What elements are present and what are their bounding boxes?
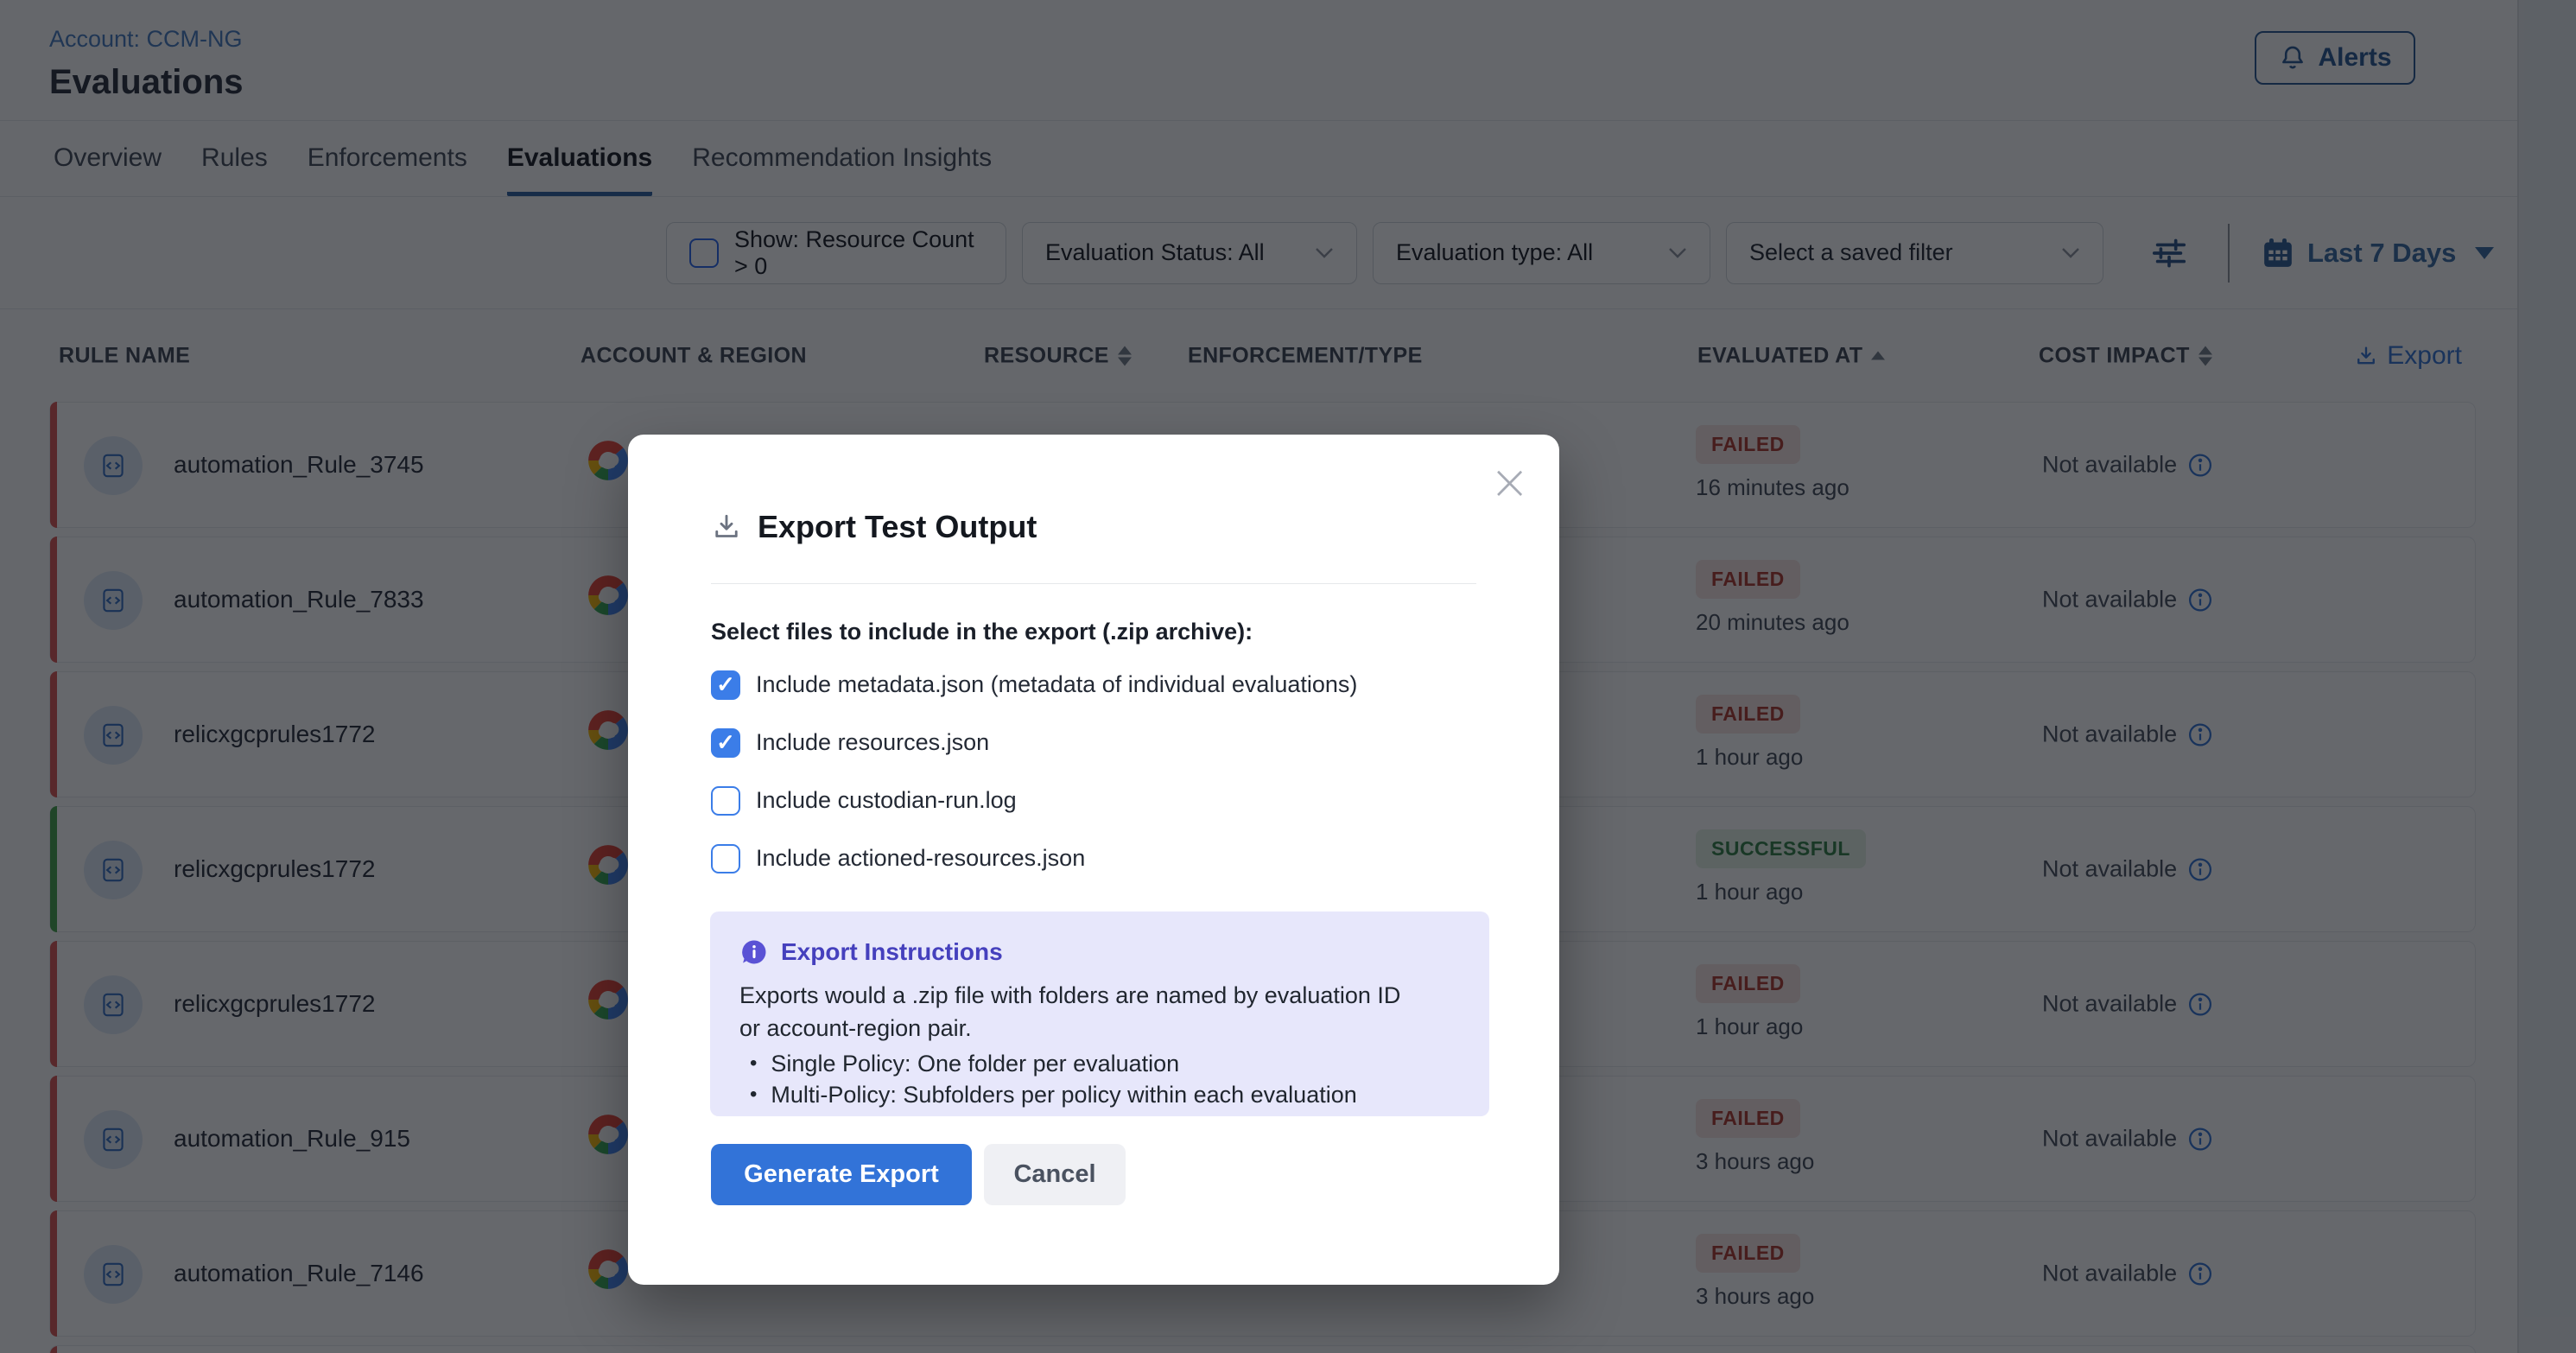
select-files-label: Select files to include in the export (.… bbox=[711, 619, 1476, 645]
checkbox[interactable] bbox=[711, 670, 740, 700]
checkbox[interactable] bbox=[711, 786, 740, 816]
instructions-body: Exports would a .zip file with folders a… bbox=[739, 979, 1413, 1045]
modal-header: Export Test Output bbox=[711, 435, 1476, 545]
option-custodian-run-log[interactable]: Include custodian-run.log bbox=[711, 772, 1476, 829]
option-metadata-json[interactable]: Include metadata.json (metadata of indiv… bbox=[711, 656, 1476, 714]
close-icon[interactable]: × bbox=[1489, 459, 1530, 507]
generate-export-button[interactable]: Generate Export bbox=[711, 1144, 972, 1205]
cancel-button[interactable]: Cancel bbox=[984, 1144, 1126, 1205]
checkbox[interactable] bbox=[711, 844, 740, 873]
download-icon bbox=[711, 511, 742, 543]
info-bubble-icon bbox=[739, 937, 769, 967]
export-instructions-box: Export Instructions Exports would a .zip… bbox=[710, 912, 1489, 1116]
instructions-bullets: •Single Policy: One folder per evaluatio… bbox=[739, 1048, 1460, 1110]
modal-title: Export Test Output bbox=[758, 509, 1037, 545]
divider bbox=[711, 583, 1476, 584]
option-actioned-resources-json[interactable]: Include actioned-resources.json bbox=[711, 829, 1476, 887]
export-options: Include metadata.json (metadata of indiv… bbox=[711, 656, 1476, 887]
instructions-title: Export Instructions bbox=[781, 938, 1003, 966]
option-resources-json[interactable]: Include resources.json bbox=[711, 714, 1476, 772]
export-modal: × Export Test Output Select files to inc… bbox=[628, 435, 1559, 1285]
checkbox[interactable] bbox=[711, 728, 740, 758]
